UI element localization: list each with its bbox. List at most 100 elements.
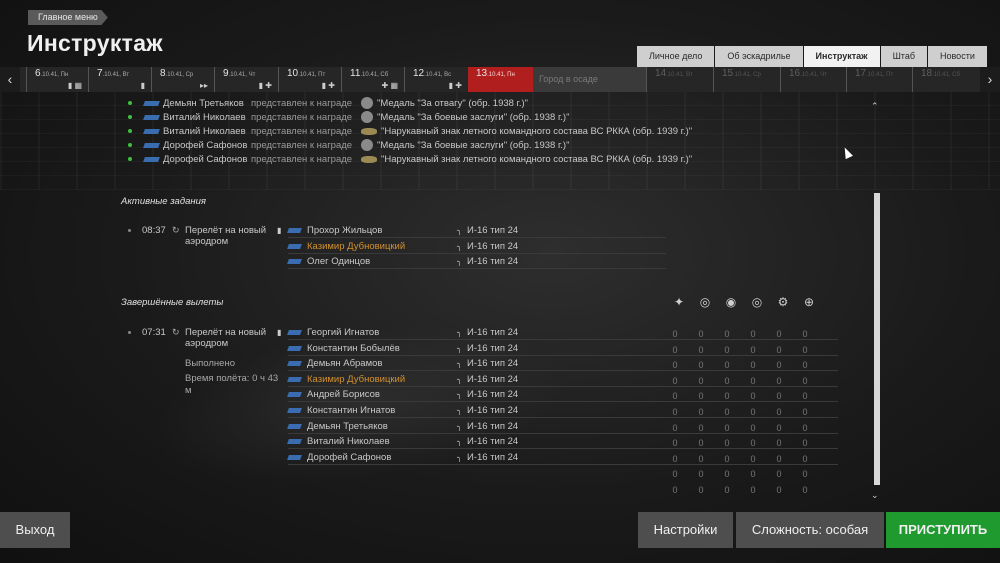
stats-row: 0 0 0 0 0 0 bbox=[662, 343, 842, 358]
vehicle-target-icon: ◉ bbox=[725, 295, 737, 309]
pilot-name[interactable]: Константин Бобылёв bbox=[307, 341, 457, 356]
aircraft-type: И-16 тип 24 bbox=[467, 358, 519, 370]
plane-icon: ╮ bbox=[457, 406, 462, 415]
award-row: Виталий Николаев представлен к награде "Ме… bbox=[128, 111, 569, 125]
chevron-left-icon[interactable]: ‹ bbox=[0, 67, 20, 92]
pilot-name[interactable]: Демьян Третьяков bbox=[307, 419, 457, 434]
pilot-flag-icon bbox=[143, 128, 160, 134]
status-dot bbox=[128, 143, 132, 148]
timeline-day-15[interactable]: 15.10.41, Ср bbox=[713, 67, 780, 92]
plane-icon: ╮ bbox=[457, 328, 462, 337]
pilot-flag-icon bbox=[287, 243, 302, 249]
aircraft-type: И-16 тип 24 bbox=[467, 240, 519, 252]
timeline-day-17[interactable]: 17.10.41, Пт bbox=[846, 67, 912, 92]
scroll-down-icon[interactable]: ⌄ bbox=[871, 490, 879, 501]
timeline-day-12[interactable]: 12.10.41, Вс ▮ ✚ bbox=[404, 67, 468, 92]
tab-briefing[interactable]: Инструктаж bbox=[803, 46, 880, 67]
day-date: .10.41, Ср bbox=[733, 72, 761, 78]
mission-bullet bbox=[128, 229, 131, 232]
timeline-day-14[interactable]: 14.10.41, Вт bbox=[646, 67, 713, 92]
pilot-name[interactable]: Дорофей Сафонов bbox=[307, 450, 457, 465]
timeline-day-11[interactable]: 11.10.41, Сб ✚ ▦ bbox=[341, 67, 404, 92]
pilot-name[interactable]: Виталий Николаев bbox=[307, 434, 457, 449]
pilot-row[interactable]: Прохор Жильцов ╮ И-16 тип 24 bbox=[287, 223, 666, 238]
timeline-day-13[interactable]: 13.10.41, Пн bbox=[468, 67, 533, 92]
pilot-name[interactable]: Демьян Абрамов bbox=[307, 356, 457, 371]
crosshair-icon: ⊕ bbox=[803, 295, 815, 309]
stats-row: 0 0 0 0 0 0 bbox=[662, 374, 842, 389]
timeline-day-16[interactable]: 16.10.41, Чт bbox=[780, 67, 846, 92]
day-label: 11.10.41, Сб bbox=[350, 67, 404, 82]
tab-personal-file[interactable]: Личное дело bbox=[637, 46, 715, 67]
stat-value: 0 bbox=[724, 344, 730, 355]
award-title: "Нарукавный знак летного командного сост… bbox=[381, 154, 693, 165]
pilot-name[interactable]: Прохор Жильцов bbox=[307, 223, 457, 238]
pilot-name[interactable]: Казимир Дубновицкий bbox=[307, 239, 457, 254]
day-event-icon: ▮ ✚ bbox=[258, 81, 272, 90]
stat-value: 0 bbox=[802, 453, 808, 464]
timeline-day-9[interactable]: 9.10.41, Чт ▮ ✚ bbox=[214, 67, 278, 92]
completed-mission-name[interactable]: Перелёт на новый аэродром bbox=[185, 327, 275, 349]
timeline-day-6[interactable]: 6.10.41, Пн ▮ ▦ bbox=[26, 67, 88, 92]
tab-hq[interactable]: Штаб bbox=[880, 46, 927, 67]
stat-value: 0 bbox=[672, 469, 678, 480]
medal-icon bbox=[361, 127, 377, 135]
stat-value: 0 bbox=[672, 407, 678, 417]
stat-value: 0 bbox=[750, 407, 756, 417]
stat-value: 0 bbox=[672, 485, 678, 495]
pilot-flag-icon bbox=[287, 329, 302, 335]
pilot-name[interactable]: Дорофей Сафонов bbox=[163, 139, 251, 153]
timeline-day-8[interactable]: 8.10.41, Ср ▸▸ bbox=[151, 67, 214, 92]
main-menu-button[interactable]: Главное меню bbox=[28, 10, 108, 25]
pilot-flag-icon bbox=[287, 259, 302, 265]
tab-squadron[interactable]: Об эскадрилье bbox=[715, 46, 803, 67]
stat-value: 0 bbox=[672, 422, 678, 433]
scroll-up-icon[interactable]: ⌃ bbox=[871, 101, 879, 112]
difficulty-button[interactable]: Сложность: особая bbox=[736, 512, 884, 548]
day-number: 11 bbox=[350, 68, 361, 79]
plane-icon: ╮ bbox=[457, 226, 462, 235]
pilot-name[interactable]: Олег Одинцов bbox=[307, 254, 457, 269]
stats-row: 0 0 0 0 0 0 bbox=[662, 436, 842, 451]
pilot-name[interactable]: Дорофей Сафонов bbox=[163, 153, 251, 167]
stat-value: 0 bbox=[724, 360, 730, 371]
leader-bookmark-icon: ▮ bbox=[277, 226, 282, 235]
active-mission-name[interactable]: Перелёт на новый аэродром bbox=[185, 225, 275, 247]
aircraft-type: И-16 тип 24 bbox=[467, 405, 519, 416]
day-date: .10.41, Вт bbox=[666, 72, 693, 78]
day-date: .10.41, Ср bbox=[165, 72, 194, 78]
award-title: "Медаль "За боевые заслуги" (обр. 1938 г… bbox=[377, 112, 570, 123]
pilot-name[interactable]: Казимир Дубновицкий bbox=[307, 372, 457, 387]
timeline-day-18[interactable]: 18.10.41, Сб bbox=[912, 67, 980, 92]
plane-icon: ╮ bbox=[457, 421, 462, 431]
stat-value: 0 bbox=[672, 344, 678, 355]
timeline-day-7[interactable]: 7.10.41, Вт ▮ bbox=[88, 67, 151, 92]
day-event-icon: ▮ ▦ bbox=[67, 81, 82, 90]
stat-value: 0 bbox=[802, 469, 808, 480]
timeline-day-10[interactable]: 10.10.41, Пт ▮ ✚ bbox=[278, 67, 341, 92]
pilot-name[interactable]: Демьян Третьяков bbox=[163, 97, 251, 111]
stat-value: 0 bbox=[776, 485, 782, 495]
pilot-name[interactable]: Виталий Николаев bbox=[163, 125, 251, 139]
pilot-row[interactable]: Олег Одинцов ╮ И-16 тип 24 bbox=[287, 254, 666, 270]
pilot-flag-icon bbox=[287, 439, 302, 445]
pilot-name[interactable]: Виталий Николаев bbox=[163, 111, 251, 125]
exit-button[interactable]: Выход bbox=[0, 512, 70, 548]
award-row: Дорофей Сафонов представлен к награде "Мед… bbox=[128, 139, 569, 153]
start-button[interactable]: ПРИСТУПИТЬ bbox=[886, 512, 1000, 548]
pilot-name[interactable]: Андрей Борисов bbox=[307, 387, 457, 402]
day-date: .10.41, Чт bbox=[228, 72, 256, 78]
settings-button[interactable]: Настройки bbox=[638, 512, 733, 548]
pilot-name[interactable]: Георгий Игнатов bbox=[307, 325, 457, 340]
plane-kill-icon: ✦ bbox=[673, 295, 685, 309]
stat-value: 0 bbox=[672, 438, 678, 449]
tab-news[interactable]: Новости bbox=[928, 46, 987, 67]
pilot-row[interactable]: Казимир Дубновицкий ╮ И-16 тип 24 bbox=[287, 239, 666, 254]
plane-icon: ╮ bbox=[457, 343, 462, 353]
day-label: 7.10.41, Вт bbox=[97, 67, 151, 82]
stat-value: 0 bbox=[776, 453, 782, 464]
status-dot bbox=[128, 129, 132, 134]
scrollbar-thumb[interactable] bbox=[874, 193, 880, 485]
pilot-name[interactable]: Константин Игнатов bbox=[307, 403, 457, 418]
chevron-right-icon[interactable]: › bbox=[980, 67, 1000, 92]
